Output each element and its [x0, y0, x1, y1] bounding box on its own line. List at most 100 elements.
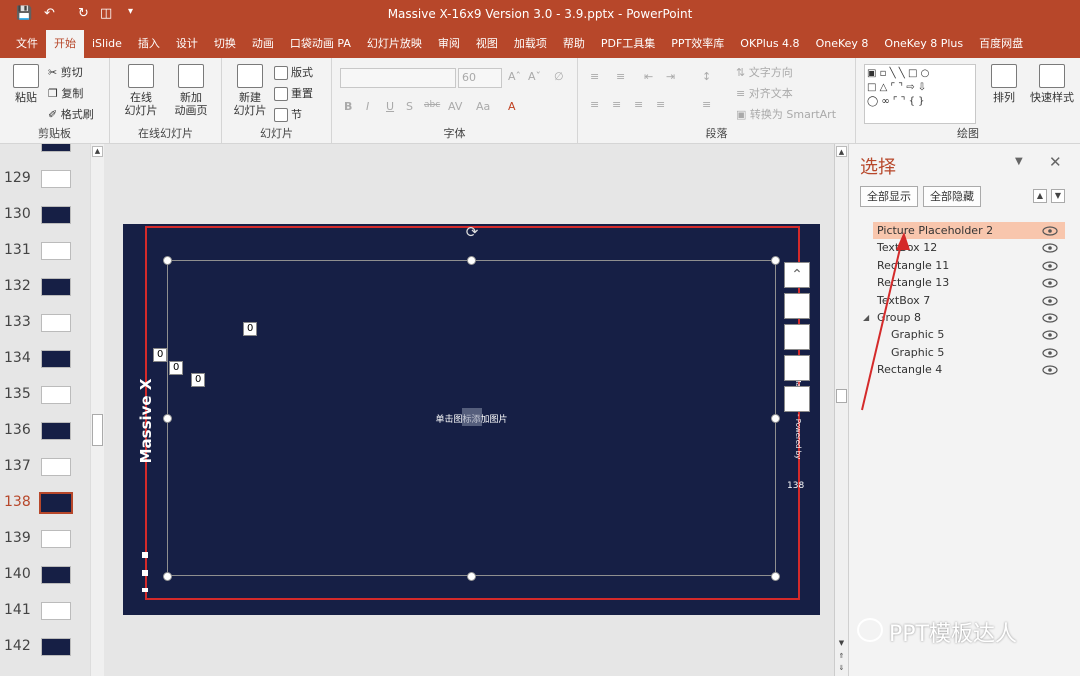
shape-styles-icon[interactable]: [784, 324, 810, 350]
next-slide-icon[interactable]: ⇓: [836, 663, 847, 674]
smartart-button[interactable]: ▣ 转换为 SmartArt: [736, 106, 836, 122]
justify-icon[interactable]: ≡: [656, 98, 665, 111]
tab-transitions[interactable]: 切换: [206, 30, 244, 58]
tab-pocket-anim[interactable]: 口袋动画 PA: [282, 30, 359, 58]
selection-item[interactable]: Graphic 5: [873, 326, 1065, 343]
tab-onekey8plus[interactable]: OneKey 8 Plus: [876, 30, 971, 58]
tab-review[interactable]: 审阅: [430, 30, 468, 58]
slide-canvas[interactable]: ⟳ 单击图标添加图片 0 0 0 0 Massive X Massive X -…: [123, 222, 820, 615]
selection-item[interactable]: Rectangle 4: [873, 361, 1065, 378]
paste-button[interactable]: 粘贴: [8, 64, 44, 104]
hide-all-button[interactable]: 全部隐藏: [923, 186, 981, 207]
tab-addins[interactable]: 加载项: [506, 30, 555, 58]
thumbnail-134[interactable]: 134: [0, 344, 90, 374]
tab-help[interactable]: 帮助: [555, 30, 593, 58]
cut-button[interactable]: ✂ 剪切: [48, 64, 83, 80]
tab-islide[interactable]: iSlide: [84, 30, 130, 58]
quick-styles-button[interactable]: 快速样式: [1026, 64, 1078, 104]
new-slide-button[interactable]: 新建 幻灯片: [226, 64, 274, 117]
visibility-eye-icon[interactable]: [1041, 344, 1059, 361]
thumbnail-140[interactable]: 140: [0, 560, 90, 590]
text-direction-button[interactable]: ⇅ 文字方向: [736, 64, 793, 80]
rotate-handle-icon[interactable]: ⟳: [462, 222, 482, 242]
align-right-icon[interactable]: ≡: [634, 98, 643, 111]
thumbnail-135[interactable]: 135: [0, 380, 90, 410]
line-spacing-icon[interactable]: ↕: [702, 70, 711, 83]
italic-icon[interactable]: I: [366, 100, 369, 113]
align-center-icon[interactable]: ≡: [612, 98, 621, 111]
thumbnail-137[interactable]: 137: [0, 452, 90, 482]
tab-animations[interactable]: 动画: [244, 30, 282, 58]
selection-item[interactable]: TextBox 7: [873, 292, 1065, 309]
font-size-input[interactable]: 60: [458, 68, 502, 88]
tab-design[interactable]: 设计: [168, 30, 206, 58]
scroll-down-icon[interactable]: ▼: [836, 638, 847, 649]
thumbnail-136[interactable]: 136: [0, 416, 90, 446]
selection-item[interactable]: Graphic 5: [873, 344, 1065, 361]
selection-item[interactable]: Rectangle 13: [873, 274, 1065, 291]
thumbnail-130[interactable]: 130: [0, 200, 90, 230]
columns-icon[interactable]: ≡: [702, 98, 711, 111]
resize-handle[interactable]: [163, 256, 172, 265]
selection-item[interactable]: Group 8 ◢: [863, 309, 1065, 326]
visibility-eye-icon[interactable]: [1041, 292, 1059, 309]
section-button[interactable]: 节: [274, 106, 302, 122]
selection-item[interactable]: TextBox 12: [873, 239, 1065, 256]
selection-item[interactable]: Picture Placeholder 2: [873, 222, 1065, 239]
tab-slideshow[interactable]: 幻灯片放映: [359, 30, 430, 58]
reset-button[interactable]: 重置: [274, 85, 313, 101]
copy-button[interactable]: ❐ 复制: [48, 85, 83, 101]
slide-scrollbar[interactable]: ▲ ▼ ⇑ ⇓: [834, 144, 848, 676]
change-case-icon[interactable]: Aa: [476, 100, 490, 113]
pane-options-icon[interactable]: ▼: [1015, 156, 1023, 167]
thumbnail-142[interactable]: 142: [0, 632, 90, 662]
bullets-icon[interactable]: ≡: [590, 70, 599, 83]
resize-handle[interactable]: [163, 572, 172, 581]
expand-triangle-icon[interactable]: ◢: [863, 309, 869, 326]
increase-indent-icon[interactable]: ⇥: [666, 70, 675, 83]
tab-view[interactable]: 视图: [468, 30, 506, 58]
picture-tools-icon[interactable]: [784, 386, 810, 412]
arrange-button[interactable]: 排列: [984, 64, 1024, 104]
insert-picture-icon[interactable]: [462, 408, 482, 426]
resize-handle[interactable]: [467, 256, 476, 265]
tab-okplus[interactable]: OKPlus 4.8: [732, 30, 807, 58]
clear-format-icon[interactable]: ∅: [554, 70, 564, 83]
layout-button[interactable]: 版式: [274, 64, 313, 80]
tab-pdf-tools[interactable]: PDF工具集: [593, 30, 663, 58]
tab-onekey8[interactable]: OneKey 8: [808, 30, 877, 58]
design-ideas-icon[interactable]: [784, 355, 810, 381]
font-color-icon[interactable]: A: [508, 100, 516, 113]
align-text-button[interactable]: ≡ 对齐文本: [736, 85, 793, 101]
char-spacing-icon[interactable]: AV: [448, 100, 462, 113]
tab-insert[interactable]: 插入: [130, 30, 168, 58]
scroll-up-icon[interactable]: ▲: [92, 146, 103, 157]
close-icon[interactable]: ✕: [1049, 153, 1062, 171]
show-all-button[interactable]: 全部显示: [860, 186, 918, 207]
resize-handle[interactable]: [467, 572, 476, 581]
decrease-indent-icon[interactable]: ⇤: [644, 70, 653, 83]
send-backward-icon[interactable]: ▼: [1051, 189, 1065, 203]
prev-slide-icon[interactable]: ⇑: [836, 651, 847, 662]
bold-icon[interactable]: B: [344, 100, 352, 113]
shadow-icon[interactable]: S: [406, 100, 413, 113]
thumbnail-139[interactable]: 139: [0, 524, 90, 554]
numbering-icon[interactable]: ≡: [616, 70, 625, 83]
tab-home[interactable]: 开始: [46, 30, 84, 58]
thumbnail-132[interactable]: 132: [0, 272, 90, 302]
shapes-gallery[interactable]: ▣ ▫ ╲ ╲ □ ○ □ △ ⌜ ⌝ ⇨ ⇩ ◯ ∞ ⌜ ⌝ { }: [864, 64, 976, 124]
shrink-font-icon[interactable]: Aˇ: [528, 70, 541, 83]
thumbnail-138[interactable]: 138: [0, 488, 90, 518]
visibility-eye-icon[interactable]: [1041, 274, 1059, 291]
thumbnail-129[interactable]: 129: [0, 164, 90, 194]
visibility-eye-icon[interactable]: [1041, 222, 1059, 239]
format-painter-button[interactable]: ✐ 格式刷: [48, 106, 94, 122]
visibility-eye-icon[interactable]: [1041, 309, 1059, 326]
align-left-icon[interactable]: ≡: [590, 98, 599, 111]
thumbnail-141[interactable]: 141: [0, 596, 90, 626]
tab-baidu-netdisk[interactable]: 百度网盘: [971, 30, 1031, 58]
scroll-up-icon[interactable]: ▲: [836, 146, 847, 157]
thumbnail-scrollbar[interactable]: ▲: [90, 144, 104, 676]
tab-ppt-efficiency[interactable]: PPT效率库: [663, 30, 732, 58]
resize-handle[interactable]: [771, 256, 780, 265]
